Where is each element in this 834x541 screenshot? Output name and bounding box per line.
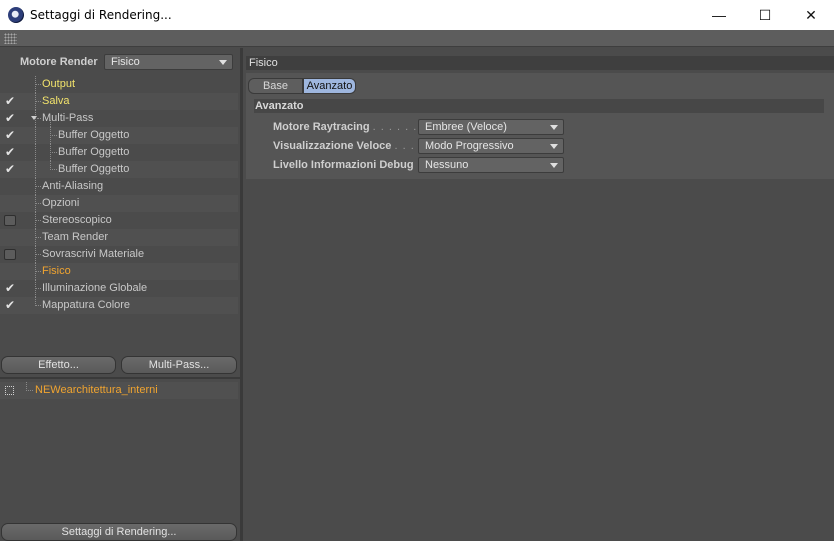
close-button[interactable]: ✕	[788, 0, 834, 30]
render-engine-value: Fisico	[111, 56, 140, 68]
unchecked-box-icon[interactable]	[4, 215, 16, 226]
tree-item-object-buffer[interactable]: ✔ Buffer Oggetto	[0, 144, 238, 161]
window-controls: — ☐ ✕	[696, 0, 834, 30]
param-label-fast-preview: Visualizzazione Veloce . . . .	[273, 140, 423, 152]
checkmark-icon[interactable]: ✔	[4, 299, 16, 311]
checkmark-icon[interactable]: ✔	[4, 95, 16, 107]
tab-advanced[interactable]: Avanzato	[303, 78, 356, 94]
unchecked-box-icon[interactable]	[4, 249, 16, 260]
cinema4d-app-icon	[8, 7, 24, 23]
settings-tree-panel: Motore Render Fisico Output ✔ Salva ✔ Mu…	[0, 48, 240, 541]
window-title: Settaggi di Rendering...	[30, 8, 172, 22]
tree-item-color-mapping[interactable]: ✔ Mappatura Colore	[0, 297, 238, 314]
tree-item-label: Buffer Oggetto	[58, 129, 130, 141]
tree-item-object-buffer[interactable]: ✔ Buffer Oggetto	[0, 161, 238, 178]
checkmark-icon[interactable]: ✔	[4, 282, 16, 294]
raytracing-engine-dropdown[interactable]: Embree (Veloce)	[418, 119, 564, 135]
physical-settings-box: Base Avanzato Avanzato Motore Raytracing…	[246, 73, 834, 179]
multipass-button[interactable]: Multi-Pass...	[121, 356, 237, 374]
checkmark-icon[interactable]: ✔	[4, 112, 16, 124]
tree-item-label: Fisico	[42, 265, 71, 277]
attributes-panel: Fisico Base Avanzato Avanzato Motore Ray…	[243, 48, 834, 541]
param-label-debug-level: Livello Informazioni Debug	[273, 159, 414, 171]
tab-base[interactable]: Base	[248, 78, 303, 94]
tree-item-material-override[interactable]: Sovrascrivi Materiale	[0, 246, 238, 263]
raytracing-engine-value: Embree (Veloce)	[425, 121, 507, 133]
panel-divider	[0, 377, 240, 379]
debug-level-value: Nessuno	[425, 159, 469, 171]
fast-preview-dropdown[interactable]: Modo Progressivo	[418, 138, 564, 154]
chevron-down-icon	[550, 163, 558, 168]
render-engine-row: Motore Render Fisico	[0, 54, 240, 70]
tree-item-output[interactable]: Output	[0, 76, 238, 93]
settings-tree: Output ✔ Salva ✔ Multi-Pass ✔ Buffer Ogg…	[0, 76, 240, 314]
tree-item-label: Team Render	[42, 231, 109, 243]
effect-button[interactable]: Effetto...	[1, 356, 116, 374]
param-label-raytracing-engine: Motore Raytracing . . . . . . .	[273, 121, 426, 133]
chevron-down-icon	[550, 144, 558, 149]
checkmark-icon[interactable]: ✔	[4, 129, 16, 141]
tree-item-global-illumination[interactable]: ✔ Illuminazione Globale	[0, 280, 238, 297]
preset-target-icon	[5, 386, 14, 395]
tree-item-stereoscopic[interactable]: Stereoscopico	[0, 212, 238, 229]
tree-item-label: Opzioni	[42, 197, 80, 209]
section-title: Fisico	[246, 56, 834, 70]
tree-item-object-buffer[interactable]: ✔ Buffer Oggetto	[0, 127, 238, 144]
title-bar: Settaggi di Rendering... — ☐ ✕	[0, 0, 834, 30]
grip-dots-icon[interactable]	[4, 33, 17, 44]
tree-item-options[interactable]: Opzioni	[0, 195, 238, 212]
render-engine-label: Motore Render	[20, 56, 98, 68]
chevron-down-icon	[550, 125, 558, 130]
maximize-button[interactable]: ☐	[742, 0, 788, 30]
tree-item-label: Stereoscopico	[42, 214, 112, 226]
debug-level-dropdown[interactable]: Nessuno	[418, 157, 564, 173]
tree-item-team-render[interactable]: Team Render	[0, 229, 238, 246]
tree-item-label: Output	[42, 78, 76, 90]
checkmark-icon[interactable]: ✔	[4, 146, 16, 158]
render-settings-button[interactable]: Settaggi di Rendering...	[1, 523, 237, 541]
tree-item-label: Salva	[42, 95, 70, 107]
fast-preview-value: Modo Progressivo	[425, 140, 514, 152]
group-title: Avanzato	[254, 99, 824, 113]
render-engine-dropdown[interactable]: Fisico	[104, 54, 233, 70]
tree-item-physical[interactable]: Fisico	[0, 263, 238, 280]
tree-item-multipass[interactable]: ✔ Multi-Pass	[0, 110, 238, 127]
tree-item-save[interactable]: ✔ Salva	[0, 93, 238, 110]
tree-item-label: Anti-Aliasing	[42, 180, 104, 192]
tree-item-label: Illuminazione Globale	[42, 282, 148, 294]
chevron-down-icon	[219, 60, 227, 65]
tree-item-label: Mappatura Colore	[42, 299, 131, 311]
toolbar-strip	[0, 30, 834, 47]
tree-item-anti-aliasing[interactable]: Anti-Aliasing	[0, 178, 238, 195]
render-preset-item[interactable]: NEWearchitettura_interni	[0, 382, 238, 399]
tree-item-label: Buffer Oggetto	[58, 146, 130, 158]
preset-label: NEWearchitettura_interni	[35, 384, 158, 396]
tree-item-label: Buffer Oggetto	[58, 163, 130, 175]
tree-item-label: Multi-Pass	[42, 112, 94, 124]
checkmark-icon[interactable]: ✔	[4, 163, 16, 175]
minimize-button[interactable]: —	[696, 0, 742, 30]
tree-item-label: Sovrascrivi Materiale	[42, 248, 145, 260]
